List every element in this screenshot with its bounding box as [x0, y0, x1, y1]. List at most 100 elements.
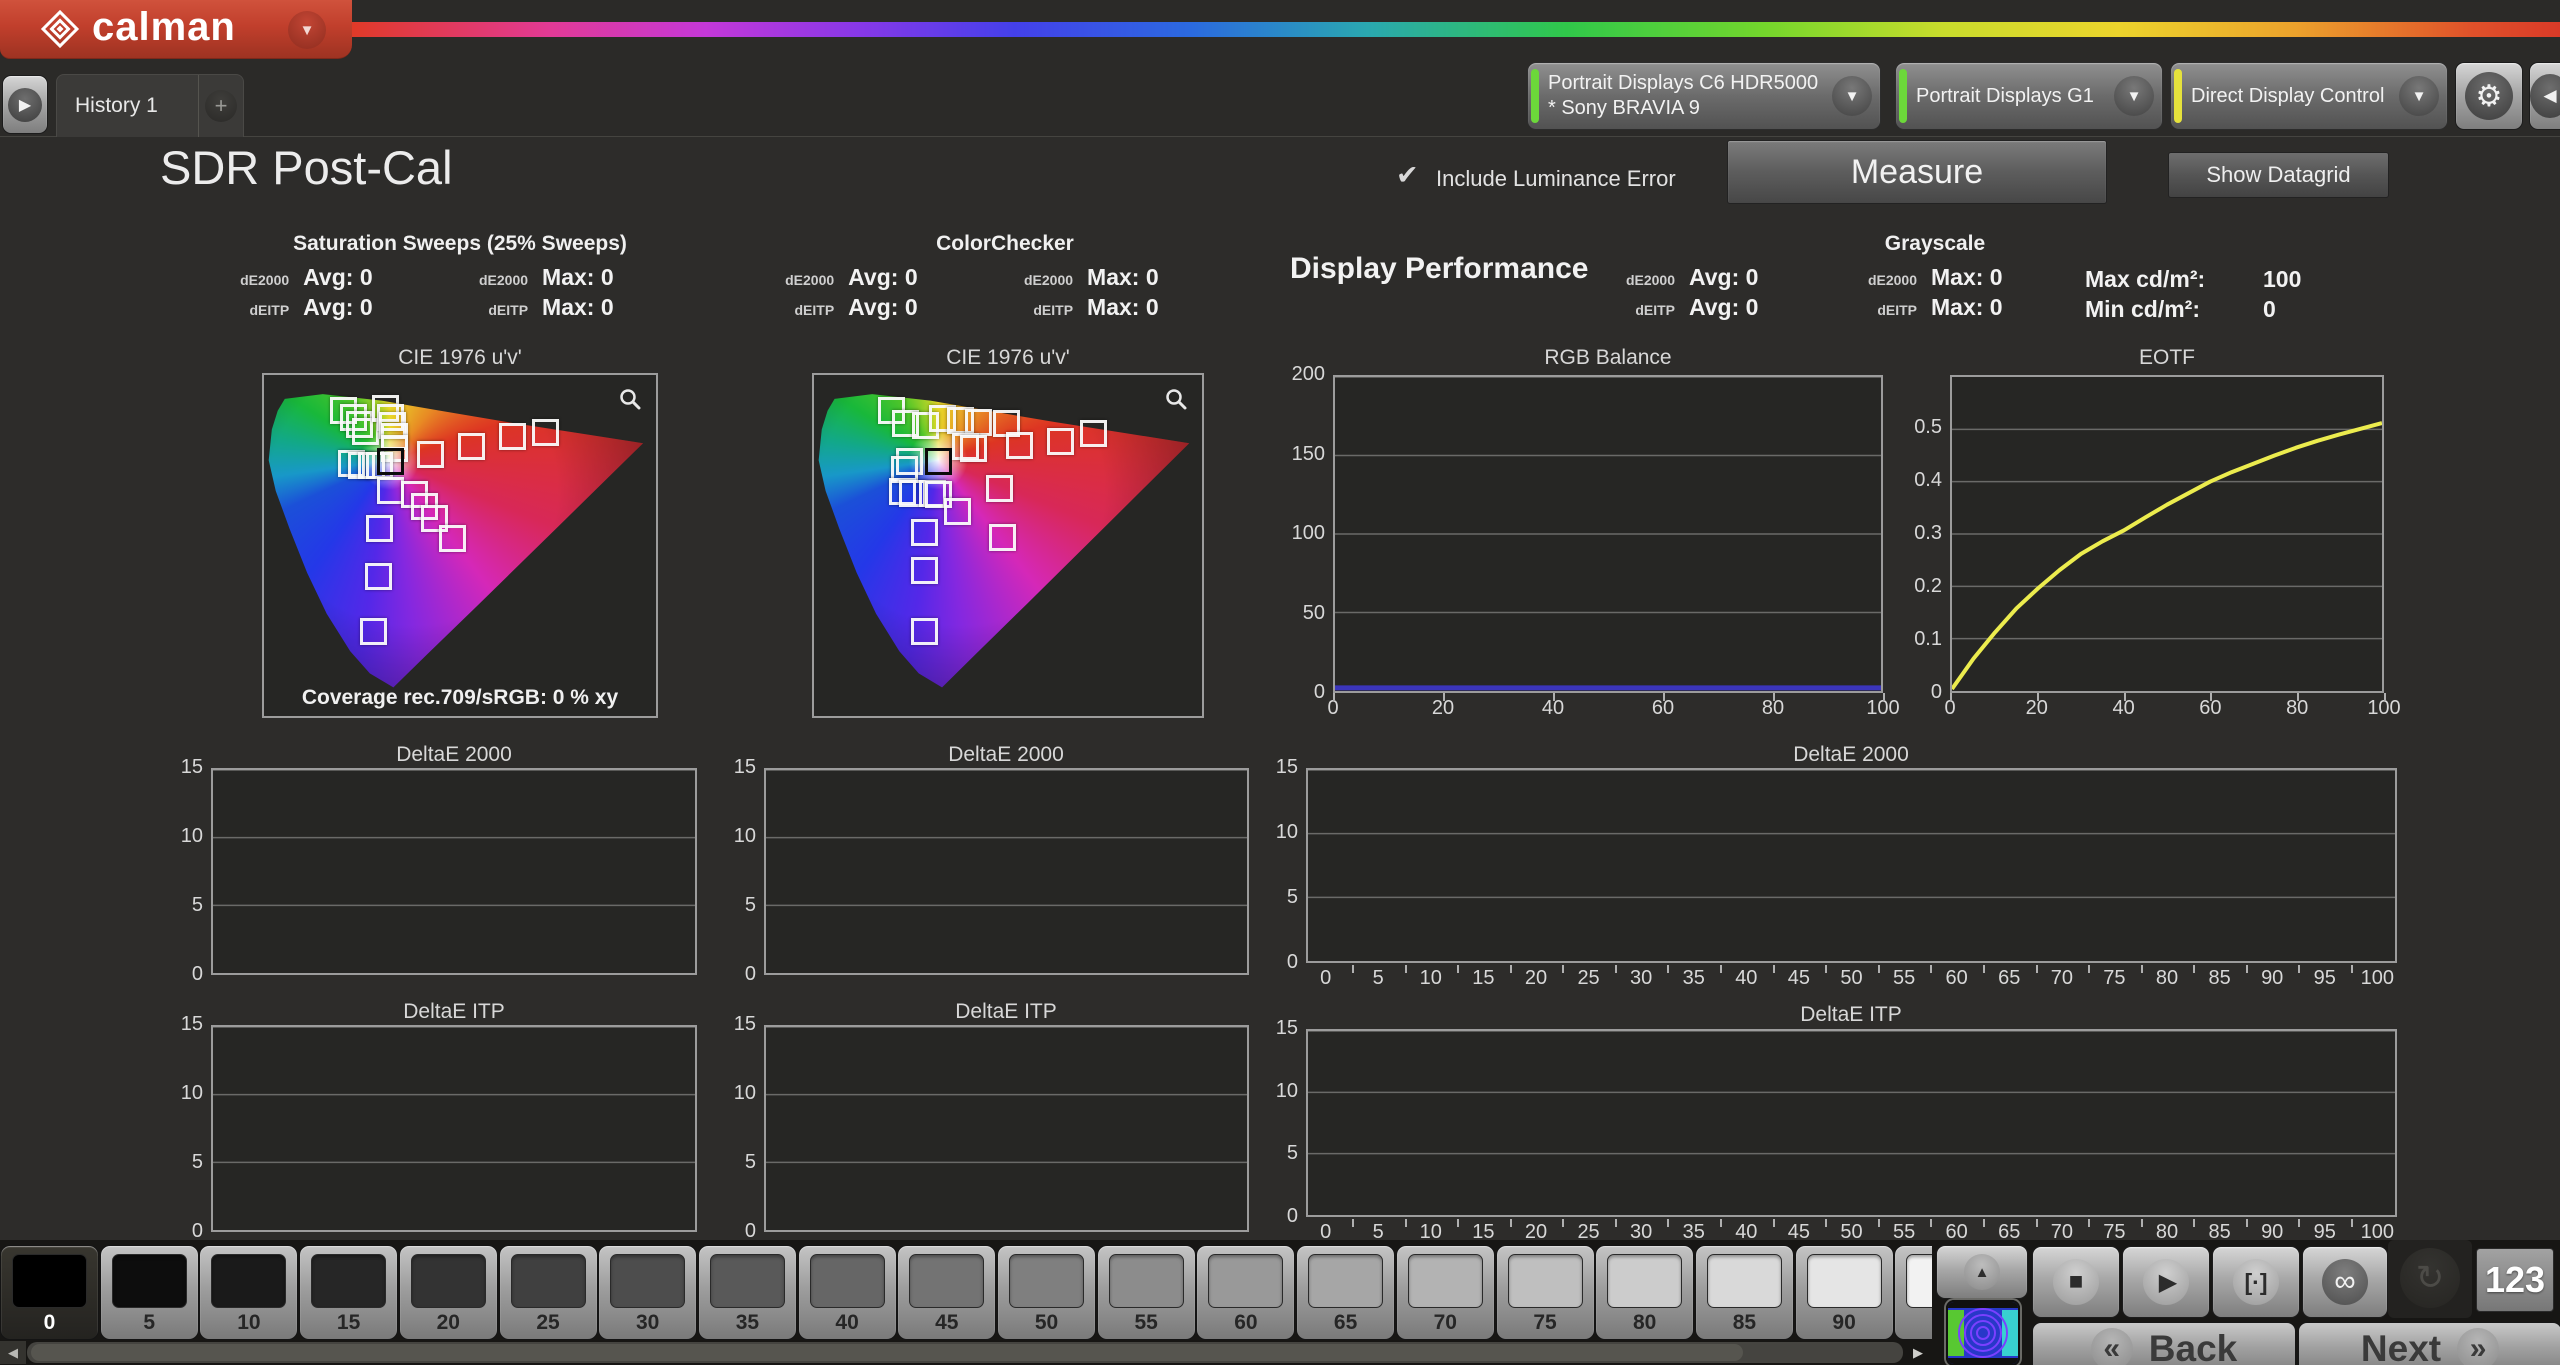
pattern-level-button-20[interactable]: 20 — [398, 1245, 498, 1340]
pattern-level-button-60[interactable]: 60 — [1196, 1245, 1296, 1340]
target-square — [1080, 419, 1108, 447]
pattern-swatch — [1607, 1254, 1683, 1308]
avg-value: Avg: 0 — [848, 264, 918, 290]
avg-value: Avg: 0 — [1689, 264, 1759, 290]
meter-name: Direct Display Control — [2191, 84, 2385, 107]
pattern-level-button-50[interactable]: 50 — [997, 1245, 1096, 1340]
x-axis-tick-mark — [2245, 1219, 2248, 1227]
pattern-swatch — [1009, 1254, 1084, 1308]
scroll-left-icon[interactable]: ◀ — [0, 1341, 26, 1364]
x-axis-tick-label: 0 — [1320, 1221, 1332, 1243]
x-axis-tick-mark — [2210, 693, 2213, 701]
y-axis-tick-label: 15 — [1275, 1017, 1298, 1039]
collapse-pattern-panel-button[interactable]: ▲ — [1936, 1245, 2028, 1299]
measure-button[interactable]: Measure — [1727, 140, 2107, 204]
metric-label: dE2000 — [479, 272, 529, 288]
scrollbar-thumb[interactable] — [31, 1344, 1743, 1361]
pattern-level-button-40[interactable]: 40 — [797, 1245, 897, 1340]
pattern-level-button-15[interactable]: 15 — [299, 1245, 399, 1340]
pattern-level-button-55[interactable]: 55 — [1096, 1245, 1196, 1340]
x-axis-tick-mark — [1825, 1219, 1828, 1227]
double-chevron-right-icon: » — [2457, 1328, 2500, 1365]
pattern-level-label: 45 — [935, 1311, 959, 1334]
pattern-level-button-85[interactable]: 85 — [1694, 1245, 1794, 1340]
stop-button[interactable]: ■ — [2032, 1246, 2120, 1318]
sidebar-toggle-button[interactable]: ▶ — [2, 75, 48, 134]
pattern-level-button-10[interactable]: 10 — [199, 1245, 299, 1340]
next-label: Next — [2360, 1328, 2442, 1365]
add-tab-button[interactable]: + — [199, 75, 243, 137]
x-axis-tick-label: 100 — [2360, 1221, 2395, 1243]
scroll-right-icon[interactable]: ▶ — [1905, 1341, 1931, 1364]
target-square — [1006, 431, 1034, 459]
pattern-level-button-90[interactable]: 90 — [1794, 1245, 1894, 1340]
pattern-level-button-25[interactable]: 25 — [498, 1245, 598, 1340]
collapse-panel-button[interactable]: ◀ — [2529, 62, 2560, 130]
x-axis-tick-label: 15 — [1472, 967, 1495, 989]
x-axis-tick-mark — [1877, 1219, 1880, 1227]
scrollbar-track[interactable] — [27, 1342, 1903, 1363]
back-button[interactable]: « Back — [2032, 1322, 2296, 1365]
y-axis-tick-label: 5 — [744, 1151, 756, 1173]
refresh-button[interactable]: ↻ — [2400, 1248, 2460, 1308]
luminance-error-checkbox[interactable]: ✔ — [1396, 160, 1419, 191]
x-axis-tick-label: 65 — [1998, 1221, 2021, 1243]
x-axis-tick-mark — [2035, 965, 2038, 973]
max-value: Max: 0 — [542, 264, 614, 290]
target-squares-layer — [814, 375, 1202, 716]
x-axis-tick-mark — [1877, 965, 1880, 973]
settings-button[interactable]: ⚙ — [2455, 62, 2523, 130]
y-axis-tick-label: 15 — [733, 756, 756, 778]
chart-title: DeltaE 2000 — [396, 743, 512, 766]
metric-label: dEITP — [488, 302, 529, 318]
pattern-preview-thumbnail[interactable] — [1946, 1300, 2020, 1365]
calman-logo[interactable]: calman ▼ — [0, 0, 352, 59]
pattern-level-label: 60 — [1234, 1311, 1258, 1334]
magnifier-icon[interactable] — [618, 387, 642, 411]
continuous-measure-button[interactable]: ∞ — [2302, 1246, 2388, 1318]
pattern-level-button-75[interactable]: 75 — [1495, 1245, 1595, 1340]
meter-dropdown-colorimeter[interactable]: Portrait Displays C6 HDR5000 * Sony BRAV… — [1527, 62, 1881, 130]
show-datagrid-button[interactable]: Show Datagrid — [2168, 152, 2389, 198]
target-square — [439, 524, 467, 552]
meter-dropdown-reference[interactable]: Portrait Displays G1 ▼ — [1895, 62, 2163, 130]
pattern-scrollbar[interactable]: ◀ ▶ — [0, 1341, 1932, 1364]
y-axis-tick-label: 100 — [1291, 522, 1325, 544]
pattern-level-button-45[interactable]: 45 — [897, 1245, 997, 1340]
x-axis-tick-mark — [2193, 1219, 2196, 1227]
x-axis-tick-label: 25 — [1577, 967, 1600, 989]
tab-history-1[interactable]: History 1 + — [56, 74, 244, 137]
magnifier-icon[interactable] — [1164, 387, 1188, 411]
y-axis-tick-label: 10 — [733, 825, 756, 847]
page-title: SDR Post-Cal — [160, 141, 453, 194]
play-button[interactable]: ▶ — [2122, 1246, 2210, 1318]
logo-menu-button[interactable]: ▼ — [288, 11, 326, 49]
next-button[interactable]: Next » — [2298, 1322, 2560, 1365]
target-square — [910, 557, 938, 585]
pattern-window-size-button[interactable]: [·] — [2212, 1246, 2300, 1318]
min-luminance-value: 0 — [2263, 296, 2276, 322]
pattern-level-button-80[interactable]: 80 — [1595, 1245, 1695, 1340]
x-axis-tick-label: 45 — [1787, 1221, 1811, 1243]
x-axis-tick-mark — [1720, 1219, 1723, 1227]
cie-1976-chart-colorchecker — [812, 373, 1204, 718]
pattern-level-button-95[interactable]: 95 — [1894, 1245, 1932, 1340]
x-axis-tick-mark — [1562, 1219, 1565, 1227]
chevron-down-icon: ▼ — [2114, 76, 2154, 116]
pattern-level-button-30[interactable]: 30 — [598, 1245, 698, 1340]
pattern-level-button-70[interactable]: 70 — [1395, 1245, 1495, 1340]
y-axis-tick-label: 5 — [191, 894, 203, 916]
x-axis-tick-mark — [1950, 693, 1952, 701]
x-axis-tick-label: 70 — [2050, 1221, 2073, 1243]
pattern-level-button-5[interactable]: 5 — [99, 1245, 199, 1340]
pattern-level-button-35[interactable]: 35 — [697, 1245, 797, 1340]
pattern-level-label: 55 — [1134, 1311, 1158, 1334]
meter-dropdown-display-control[interactable]: Direct Display Control ▼ — [2170, 62, 2448, 130]
x-axis-tick-label: 5 — [1372, 967, 1384, 989]
chart-plot-area — [1306, 1029, 2397, 1217]
avg-value: Avg: 0 — [1689, 294, 1759, 320]
metric-label: dE2000 — [240, 272, 290, 288]
x-axis-tick-mark — [2298, 965, 2301, 973]
pattern-level-button-0[interactable]: 0 — [0, 1245, 99, 1340]
pattern-level-button-65[interactable]: 65 — [1296, 1245, 1396, 1340]
